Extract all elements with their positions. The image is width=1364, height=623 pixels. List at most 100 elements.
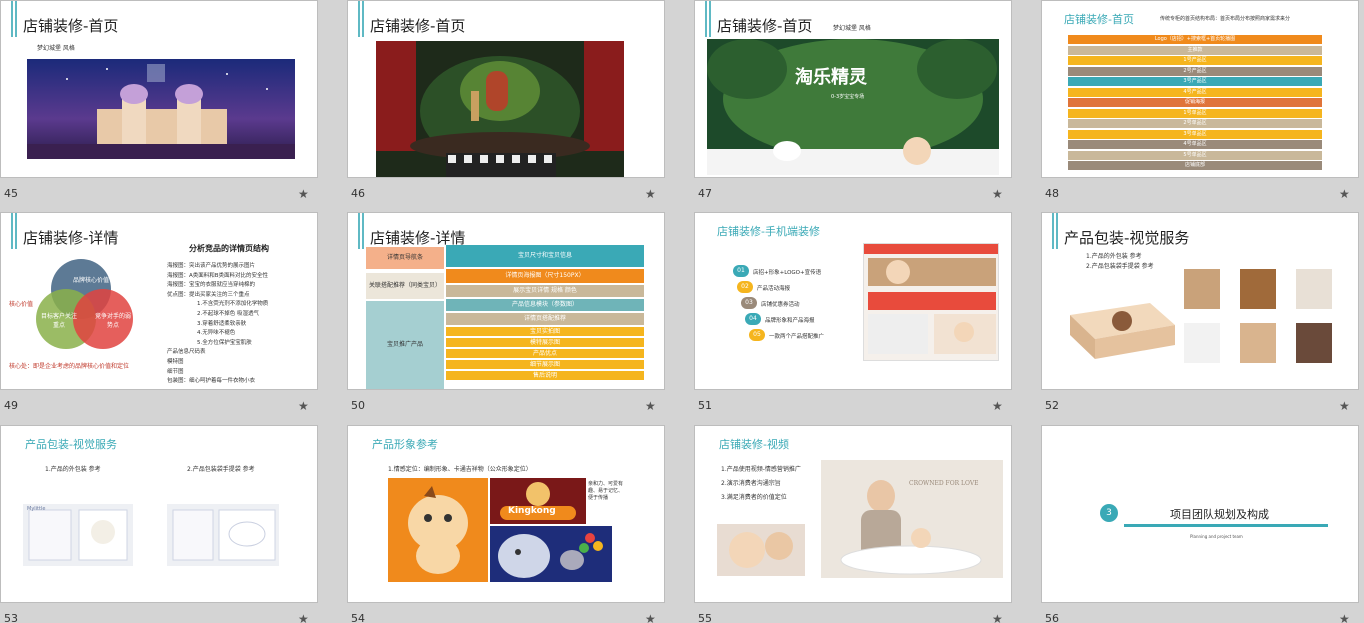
slide-title: 店铺装修-首页 xyxy=(370,17,466,35)
slide-cell-54[interactable]: 产品形象参考 1.情感定位：编制形象、卡通吉祥物（公众形象定位） Kingkon… xyxy=(347,425,688,623)
item-line: 1.产品的外包装 参考 xyxy=(1086,253,1142,260)
slide-number: 46 xyxy=(351,187,365,200)
slide-subtitle: 梦幻城堡 风格 xyxy=(37,45,75,52)
slide-thumbnail-55[interactable]: 店铺装修-视频 1.产品使用视频-情感营销推广 2.演示消费者沟通宗旨 3.满足… xyxy=(694,425,1012,603)
packaging-box-image xyxy=(1070,303,1175,359)
slide-thumbnail-53[interactable]: 产品包装-视觉服务 1.产品的外包装 参考 2.产品包装袋手提袋 参考 Myli… xyxy=(0,425,318,603)
slide-thumbnail-47[interactable]: 店铺装修-首页 梦幻城堡 风格 淘乐精灵 0-3岁宝宝专场 xyxy=(694,0,1012,178)
slide-thumbnail-51[interactable]: 店铺装修-手机端装修 01 店招+形象+LOGO+宣传语 02 产品活动海报 03 店铺优… xyxy=(694,212,1012,390)
item-line: 2.产品包装袋手提袋 参考 xyxy=(187,466,255,473)
accent-bar xyxy=(15,213,17,249)
layout-row: 2号单品区 xyxy=(1068,119,1322,128)
package-thumbnail xyxy=(1240,269,1276,309)
slide-cell-48[interactable]: 店铺装修-首页 传统专柜的首页结构布局：首页布局分布按照商家需求来分 Logo（… xyxy=(1041,0,1364,210)
layout-row: Logo（店招）+搜索框+首页轮播图 xyxy=(1068,35,1322,44)
star-icon[interactable]: ★ xyxy=(1339,187,1350,201)
layout-note: 传统专柜的首页结构布局：首页布局分布按照商家需求来分 xyxy=(1160,16,1291,22)
slide-thumbnail-52[interactable]: 产品包装-视觉服务 1.产品的外包装 参考 2.产品包装袋手提袋 参考 xyxy=(1041,212,1359,390)
star-icon[interactable]: ★ xyxy=(992,612,1003,623)
analysis-line: 海报图：突出该产品优势的展示图片 xyxy=(167,263,256,269)
star-icon[interactable]: ★ xyxy=(645,187,656,201)
slide-subtitle: 梦幻城堡 风格 xyxy=(833,25,871,32)
star-icon[interactable]: ★ xyxy=(645,399,656,413)
slide-title: 店铺装修-详情 xyxy=(23,229,119,247)
layout-row: 4号产品区 xyxy=(1068,87,1322,97)
step-label: 一款两个产品搭配推广 xyxy=(769,334,825,340)
accent-bar xyxy=(358,1,360,37)
detail-right-box: 详情页搭配推荐 xyxy=(446,313,644,325)
detail-right-box: 宝贝尺寸和宝贝信息 xyxy=(446,245,644,267)
accent-bar xyxy=(1056,213,1058,249)
positioning-desc: 1.情感定位：编制形象、卡通吉祥物（公众形象定位） xyxy=(388,466,532,473)
item-line: 1.产品使用视频-情感营销推广 xyxy=(721,466,801,473)
slide-cell-56[interactable]: 3 项目团队规划及构成 Planning and project team 56… xyxy=(1041,425,1364,623)
layout-row: 1号单品区 xyxy=(1068,108,1322,118)
analysis-line: 3.穿着舒适柔软亲肤 xyxy=(197,320,247,327)
castle-banner-image xyxy=(27,59,295,159)
slide-cell-50[interactable]: 店铺装修-详情 详情页导航条 关联搭配推荐（同类宝贝） 宝贝推广产品 宝贝尺寸和… xyxy=(347,212,688,422)
star-icon[interactable]: ★ xyxy=(298,187,309,201)
package-thumbnail xyxy=(1240,323,1276,363)
slide-title: 店铺装修-首页 xyxy=(23,17,119,35)
forest-banner-image xyxy=(707,39,999,175)
star-icon[interactable]: ★ xyxy=(992,399,1003,413)
detail-right-box: 产品优点 xyxy=(446,349,644,358)
slide-title: 产品包装-视觉服务 xyxy=(25,438,117,451)
star-icon[interactable]: ★ xyxy=(298,612,309,623)
detail-right-box: 细节展示图 xyxy=(446,360,644,369)
slide-cell-47[interactable]: 店铺装修-首页 梦幻城堡 风格 淘乐精灵 0-3岁宝宝专场 47 ★ xyxy=(694,0,1035,210)
star-icon[interactable]: ★ xyxy=(645,612,656,623)
section-subtitle: Planning and project team xyxy=(1190,534,1243,539)
star-icon[interactable]: ★ xyxy=(992,187,1003,201)
slide-thumbnail-45[interactable]: 店铺装修-首页 梦幻城堡 风格 xyxy=(0,0,318,178)
slide-cell-51[interactable]: 店铺装修-手机端装修 01 店招+形象+LOGO+宣传语 02 产品活动海报 03 店铺优… xyxy=(694,212,1035,422)
item-line: 1.产品的外包装 参考 xyxy=(45,466,101,473)
slide-title: 店铺装修-首页 xyxy=(1064,13,1134,26)
slide-cell-49[interactable]: 店铺装修-详情 品牌核心价值 目标客户关注重点 竞争对手的弱势点 核心价值 核心… xyxy=(0,212,341,422)
detail-right-box: 详情页海报图（尺寸150PX） xyxy=(446,269,644,283)
item-line: 2.演示消费者沟通宗旨 xyxy=(721,480,781,487)
detail-right-box: 模特展示图 xyxy=(446,338,644,347)
slide-thumbnail-50[interactable]: 店铺装修-详情 详情页导航条 关联搭配推荐（同类宝贝） 宝贝推广产品 宝贝尺寸和… xyxy=(347,212,665,390)
layout-row: 1号产品区 xyxy=(1068,56,1322,65)
accent-bar xyxy=(709,1,711,37)
slide-sorter-grid: 店铺装修-首页 梦幻城堡 风格 45 ★ 店铺装修-首页 46 ★ 店铺装修-首… xyxy=(0,0,1364,623)
star-icon[interactable]: ★ xyxy=(298,399,309,413)
slide-thumbnail-56[interactable]: 3 项目团队规划及构成 Planning and project team xyxy=(1041,425,1359,603)
layout-row: 主推款 xyxy=(1068,45,1322,55)
slide-cell-55[interactable]: 店铺装修-视频 1.产品使用视频-情感营销推广 2.演示消费者沟通宗旨 3.满足… xyxy=(694,425,1035,623)
slide-cell-52[interactable]: 产品包装-视觉服务 1.产品的外包装 参考 2.产品包装袋手提袋 参考 52 ★ xyxy=(1041,212,1364,422)
analysis-title: 分析竞品的详情页结构 xyxy=(189,244,269,253)
slide-thumbnail-46[interactable]: 店铺装修-首页 xyxy=(347,0,665,178)
slide-thumbnail-48[interactable]: 店铺装修-首页 传统专柜的首页结构布局：首页布局分布按照商家需求来分 Logo（… xyxy=(1041,0,1359,178)
analysis-line: 包装图：细心呵护着每一件衣物小衣 xyxy=(167,378,256,385)
accent-bar xyxy=(358,213,360,249)
layout-row: 促销海报 xyxy=(1068,98,1322,107)
package-thumbnail xyxy=(1296,269,1332,309)
slide-number: 50 xyxy=(351,399,365,412)
star-icon[interactable]: ★ xyxy=(1339,612,1350,623)
slide-thumbnail-49[interactable]: 店铺装修-详情 品牌核心价值 目标客户关注重点 竞争对手的弱势点 核心价值 核心… xyxy=(0,212,318,390)
slide-cell-46[interactable]: 店铺装修-首页 46 ★ xyxy=(347,0,688,210)
venn-diagram xyxy=(36,259,133,349)
brand-label: Mylittle xyxy=(27,506,46,512)
venn-label-core: 品牌核心价值 xyxy=(72,277,109,284)
venn-label-customer: 目标客户关注重点 xyxy=(41,313,78,329)
slide-cell-45[interactable]: 店铺装修-首页 梦幻城堡 风格 45 ★ xyxy=(0,0,341,210)
step-label: 产品活动海报 xyxy=(757,286,791,292)
accent-bar xyxy=(1052,213,1054,249)
step-label: 品牌形象和产品海报 xyxy=(765,318,815,324)
step-number-badge: 04 xyxy=(745,313,761,325)
fairy-stage-image xyxy=(376,41,624,177)
accent-bar xyxy=(705,1,707,37)
slide-thumbnail-54[interactable]: 产品形象参考 1.情感定位：编制形象、卡通吉祥物（公众形象定位） Kingkon… xyxy=(347,425,665,603)
package-thumbnail xyxy=(1296,323,1332,363)
analysis-line: 2.不起球不掉色 吸湿透气 xyxy=(197,311,259,317)
slide-number: 53 xyxy=(4,612,18,623)
layout-row: 店铺底部 xyxy=(1068,161,1322,170)
banner-headline: 淘乐精灵 xyxy=(795,67,867,88)
slide-cell-53[interactable]: 产品包装-视觉服务 1.产品的外包装 参考 2.产品包装袋手提袋 参考 Myli… xyxy=(0,425,341,623)
core-caption: 核心处：即是企业考虑的品牌核心价值和定位 xyxy=(9,363,130,370)
detail-right-box: 宝贝实拍图 xyxy=(446,327,644,336)
star-icon[interactable]: ★ xyxy=(1339,399,1350,413)
